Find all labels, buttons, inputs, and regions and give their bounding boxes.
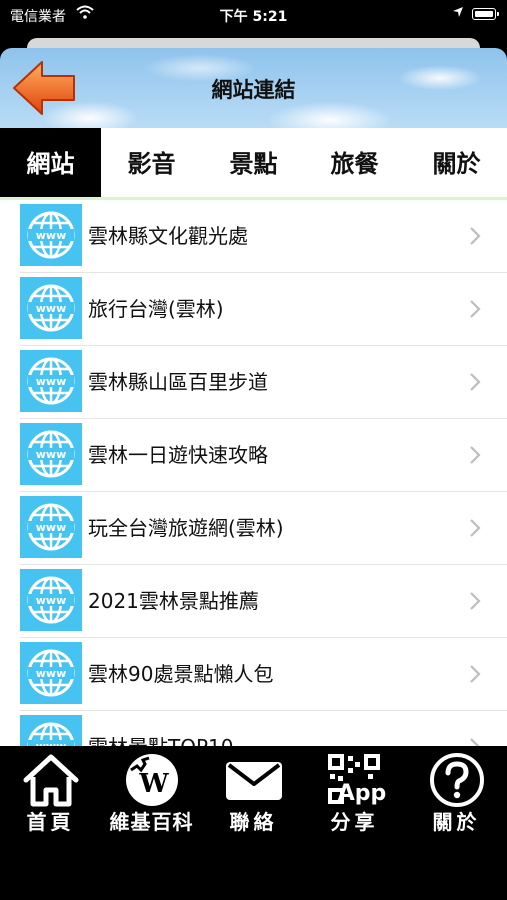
chevron-right-icon <box>470 519 481 537</box>
tabbar-about[interactable]: 關於 <box>406 746 507 838</box>
www-globe-icon: www <box>20 715 82 746</box>
svg-text:www: www <box>36 302 67 315</box>
list-item-label: 雲林景點TOP10 <box>88 711 233 746</box>
www-globe-icon: www <box>20 350 82 412</box>
svg-text:W: W <box>138 769 169 799</box>
tab-websites[interactable]: 網站 <box>0 128 101 197</box>
www-globe-icon: www <box>20 204 82 266</box>
list-item[interactable]: www 雲林縣山區百里步道 <box>20 346 507 419</box>
tabbar-contact[interactable]: 聯絡 <box>203 746 304 838</box>
www-globe-icon: www <box>20 569 82 631</box>
bottom-tab-bar: 首頁 W 維基百科 聯絡 App 分享 關於 <box>0 746 507 838</box>
list-item-label: 雲林縣文化觀光處 <box>88 224 248 248</box>
tabbar-share[interactable]: App 分享 <box>304 746 405 838</box>
www-globe-icon: www <box>20 496 82 558</box>
list-item-label: 雲林90處景點懶人包 <box>88 662 274 686</box>
link-list: www 雲林縣文化觀光處 www 旅行台灣(雲林) www 雲林縣山區百里步道 … <box>0 200 507 746</box>
tab-dining[interactable]: 旅餐 <box>304 128 405 197</box>
tabbar-wikipedia[interactable]: W 維基百科 <box>101 746 202 838</box>
location-icon <box>453 7 463 17</box>
wikipedia-icon: W <box>126 754 178 806</box>
svg-text:www: www <box>36 521 67 534</box>
category-tabs: 網站 影音 景點 旅餐 關於 <box>0 128 507 200</box>
list-item[interactable]: www 2021雲林景點推薦 <box>20 565 507 638</box>
www-globe-icon: www <box>20 277 82 339</box>
list-item-label: 雲林一日遊快速攻略 <box>88 443 268 467</box>
status-bar: 電信業者 下午 5:21 <box>0 0 507 30</box>
list-item[interactable]: www 雲林縣文化觀光處 <box>20 200 507 273</box>
list-item[interactable]: www 玩全台灣旅遊網(雲林) <box>20 492 507 565</box>
chevron-right-icon <box>470 738 480 746</box>
tab-attractions[interactable]: 景點 <box>203 128 304 197</box>
qr-app-icon: App <box>328 754 386 806</box>
list-item[interactable]: www 雲林景點TOP10 <box>20 711 507 746</box>
svg-text:www: www <box>36 448 67 461</box>
battery-icon <box>472 8 499 20</box>
chevron-right-icon <box>470 446 481 464</box>
svg-text:www: www <box>36 667 67 680</box>
list-item[interactable]: www 雲林90處景點懶人包 <box>20 638 507 711</box>
list-item-label: 玩全台灣旅遊網(雲林) <box>88 516 284 540</box>
www-globe-icon: www <box>20 642 82 704</box>
list-item[interactable]: www 旅行台灣(雲林) <box>20 273 507 346</box>
list-item-label: 2021雲林景點推薦 <box>88 589 259 613</box>
tab-media[interactable]: 影音 <box>101 128 202 197</box>
header-banner: 網站連結 <box>0 48 507 128</box>
chevron-right-icon <box>470 665 481 683</box>
list-item-label: 雲林縣山區百里步道 <box>88 370 268 394</box>
list-item-label: 旅行台灣(雲林) <box>88 297 224 321</box>
envelope-icon <box>226 762 282 800</box>
page-title: 網站連結 <box>211 78 296 102</box>
chevron-right-icon <box>470 373 481 391</box>
chevron-right-icon <box>470 300 481 318</box>
list-item[interactable]: www 雲林一日遊快速攻略 <box>20 419 507 492</box>
svg-text:www: www <box>36 594 67 607</box>
tabbar-home[interactable]: 首頁 <box>0 746 101 838</box>
chevron-right-icon <box>470 227 481 245</box>
svg-text:www: www <box>36 229 67 242</box>
chevron-right-icon <box>470 592 481 610</box>
tab-about[interactable]: 關於 <box>406 128 507 197</box>
svg-text:www: www <box>36 375 67 388</box>
question-icon <box>430 753 484 807</box>
status-time: 下午 5:21 <box>219 9 288 25</box>
www-globe-icon: www <box>20 423 82 485</box>
tabbar-label: 關於 <box>432 810 481 834</box>
qr-app-text: App <box>338 781 386 806</box>
home-icon <box>23 754 79 807</box>
